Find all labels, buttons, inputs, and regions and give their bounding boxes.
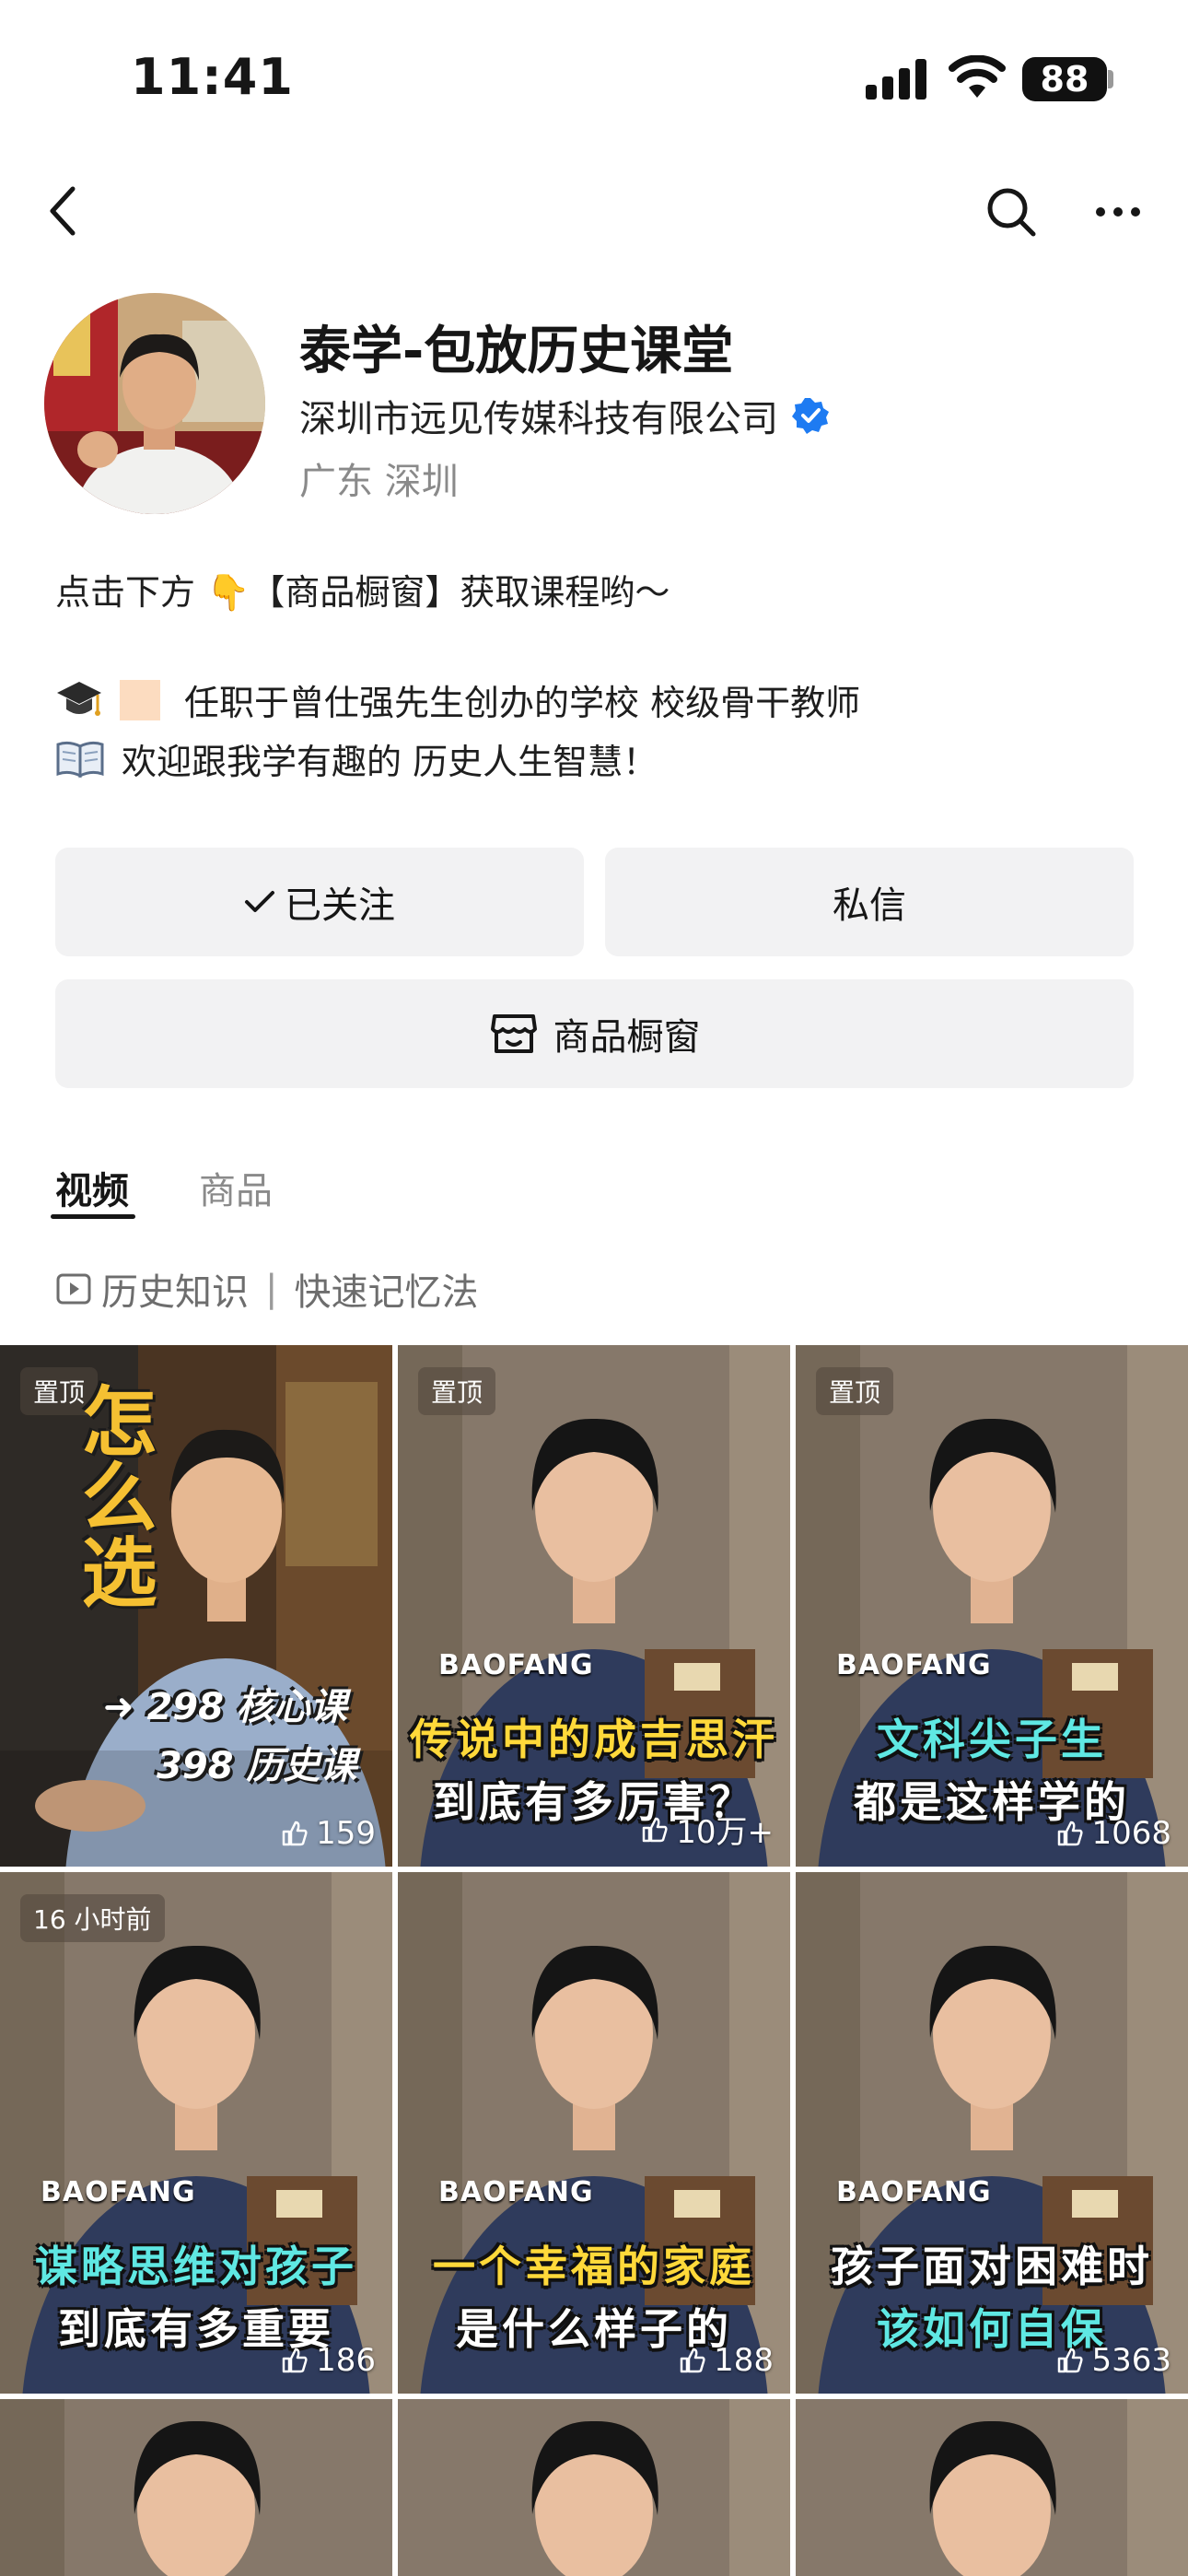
video-card[interactable] [398,2399,790,2576]
tab-active-indicator [51,1214,135,1219]
video-line-1: ➜ 298 核心课 [103,1686,347,1728]
video-caption-1: 谋略思维对孩子 [35,2242,357,2291]
company-name: 深圳市远见传媒科技有限公司 [299,398,778,440]
search-icon[interactable] [978,179,1044,245]
video-card[interactable] [0,2399,392,2576]
video-likes: 159 [281,1815,376,1852]
video-card[interactable]: 16 小时前 BAOFANG 谋略思维对孩子 到底有多重要 186 [0,1872,392,2394]
video-card[interactable]: BAOFANG 一个幸福的家庭 是什么样子的 188 [398,1872,790,2394]
status-time: 11:41 [131,48,294,106]
tab-goods[interactable]: 商品 [199,1161,273,1214]
video-brand: BAOFANG [438,1649,594,1681]
video-card[interactable] [796,2399,1188,2576]
status-bar: 11:41 88 [0,0,1188,138]
skin-tone-icon [120,679,160,720]
avatar[interactable] [44,293,265,514]
video-side-text: 怎么选 [68,1382,156,1609]
video-card[interactable]: 置顶 怎么选 ➜ 298 核心课 398 历史课 159 [0,1345,392,1867]
thumb-up-icon [1058,1821,1084,1846]
shop-window-button[interactable]: 商品橱窗 [55,979,1134,1088]
bio-line-2: 任职于曾仕强先生创办的学校 校级骨干教师 [184,683,861,723]
video-caption-1: 一个幸福的家庭 [433,2242,755,2291]
shop-icon [490,1014,537,1053]
followed-label: 已关注 [285,884,395,927]
battery-icon: 88 [1022,57,1107,101]
video-likes: 186 [281,2342,376,2379]
profile-tabs: 视频 商品 [0,1142,1188,1225]
video-badge: 置顶 [418,1367,496,1415]
collection-divider: | [265,1268,278,1310]
check-icon [245,891,274,912]
video-brand: BAOFANG [836,1649,992,1681]
bio-line-3: 欢迎跟我学有趣的 历史人生智慧！ [122,742,658,782]
video-brand: BAOFANG [438,2176,594,2208]
thumb-up-icon [282,2348,308,2373]
message-button[interactable]: 私信 [605,848,1134,956]
video-brand: BAOFANG [41,2176,196,2208]
video-line-2: 398 历史课 [157,1745,357,1787]
company-line: 深圳市远见传媒科技有限公司 [299,389,830,442]
profile-name: 泰学-包放历史课堂 [299,322,734,381]
collection-label-1: 历史知识 [101,1271,249,1314]
message-label: 私信 [833,884,906,927]
video-caption-1: 文科尖子生 [877,1715,1107,1764]
video-badge: 16 小时前 [20,1894,165,1942]
collection-play-icon [56,1273,91,1305]
bio-line-2-row: 任职于曾仕强先生创办的学校 校级骨干教师 [55,674,860,725]
video-card[interactable]: BAOFANG 孩子面对困难时 该如何自保 5363 [796,1872,1188,2394]
video-brand: BAOFANG [836,2176,992,2208]
video-likes: 188 [679,2342,774,2379]
video-likes: 10万+ [641,1807,774,1852]
video-likes: 5363 [1056,2342,1171,2379]
tab-videos[interactable]: 视频 [55,1161,129,1214]
bio-line-3-row: 欢迎跟我学有趣的 历史人生智慧！ [55,733,658,784]
bio-line-1: 点击下方 👇【商品橱窗】获取课程哟～ [55,572,670,613]
back-icon[interactable] [31,179,96,243]
video-grid: 置顶 怎么选 ➜ 298 核心课 398 历史课 159 置顶 BAOFANG … [0,1345,1188,2576]
collection-label-2: 快速记忆法 [294,1271,479,1314]
video-badge: 置顶 [816,1367,894,1415]
signal-icon [866,59,926,100]
more-icon[interactable] [1085,179,1151,245]
graduation-cap-icon [57,681,101,716]
thumb-up-icon [680,2348,705,2373]
video-card[interactable]: 置顶 BAOFANG 传说中的成吉思汗 到底有多厉害？ 10万+ [398,1345,790,1867]
open-book-icon [56,741,104,778]
thumb-up-icon [282,1821,308,1846]
thumb-up-icon [642,1817,668,1842]
nav-bar [0,166,1188,258]
video-caption-1: 孩子面对困难时 [831,2242,1153,2291]
thumb-up-icon [1058,2348,1084,2373]
followed-button[interactable]: 已关注 [55,848,584,956]
battery-tip [1108,70,1113,88]
video-likes: 1068 [1056,1815,1171,1852]
verified-badge-icon [792,398,829,434]
video-card[interactable]: 置顶 BAOFANG 文科尖子生 都是这样学的 1068 [796,1345,1188,1867]
wifi-icon [949,55,1006,98]
shop-window-label: 商品橱窗 [553,1016,701,1059]
video-caption-1: 传说中的成吉思汗 [410,1715,778,1764]
collection-row[interactable]: 历史知识 | 快速记忆法 [55,1262,478,1316]
location: 广东 深圳 [299,461,459,503]
